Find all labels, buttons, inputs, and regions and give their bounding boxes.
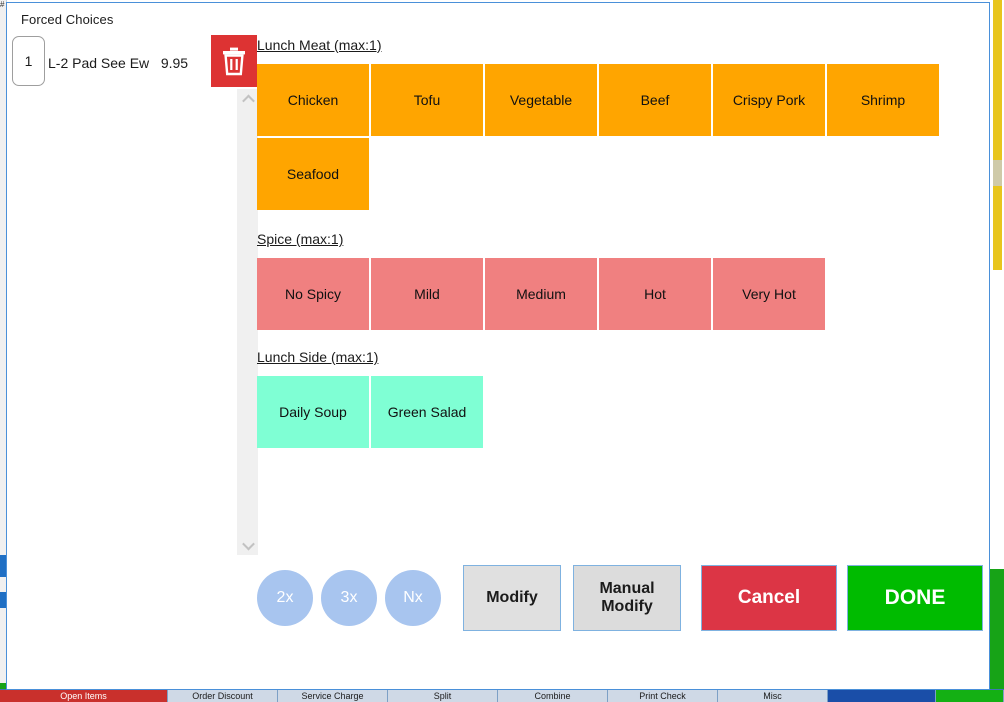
choice-group-label: Lunch Meat (max:1): [257, 37, 382, 53]
background-bottom-toolbar: Open Items Order Discount Service Charge Sp…: [0, 689, 1004, 702]
background-toolbar-item[interactable]: [828, 690, 936, 702]
scroll-down-button[interactable]: [237, 535, 259, 555]
choice-option-button[interactable]: Tofu: [371, 64, 483, 136]
choice-option-button[interactable]: Beef: [599, 64, 711, 136]
choices-scrollbar[interactable]: [236, 89, 258, 555]
background-right-indicator: [993, 0, 1002, 160]
chevron-down-icon: [241, 537, 255, 550]
chevron-up-icon: [241, 94, 255, 107]
choice-group: Lunch Side (max:1) Daily Soup Green Salad: [257, 349, 483, 448]
choice-option-button[interactable]: Mild: [371, 258, 483, 330]
choice-group-label: Spice (max:1): [257, 231, 344, 247]
multiplier-2x-button[interactable]: 2x: [257, 570, 313, 626]
background-toolbar-item[interactable]: Split: [388, 690, 498, 702]
multiplier-3x-button[interactable]: 3x: [321, 570, 377, 626]
dialog-title: Forced Choices: [21, 12, 114, 27]
background-toolbar-item[interactable]: Print Check: [608, 690, 718, 702]
done-button[interactable]: DONE: [847, 565, 983, 631]
choice-group: Spice (max:1) No Spicy Mild Medium Hot Very H…: [257, 231, 825, 330]
choice-option-button[interactable]: Medium: [485, 258, 597, 330]
background-toolbar-item[interactable]: [936, 690, 1004, 702]
choice-options-row: Daily Soup Green Salad: [257, 376, 483, 448]
order-item-name: L-2 Pad See Ew 9.95: [48, 55, 189, 71]
choice-options-row: No Spicy Mild Medium Hot Very Hot: [257, 258, 825, 330]
delete-item-button[interactable]: [211, 35, 257, 87]
background-right-indicator-gap: [993, 160, 1002, 186]
choice-option-button[interactable]: Very Hot: [713, 258, 825, 330]
background-toolbar-item[interactable]: Service Charge: [278, 690, 388, 702]
background-toolbar-item[interactable]: Open Items: [0, 690, 168, 702]
choice-group: Lunch Meat (max:1) Chicken Tofu Vegetable Be…: [257, 37, 947, 210]
modify-button[interactable]: Modify: [463, 565, 561, 631]
choice-group-label: Lunch Side (max:1): [257, 349, 379, 365]
choice-option-button[interactable]: Seafood: [257, 138, 369, 210]
choice-option-button[interactable]: Hot: [599, 258, 711, 330]
scroll-up-button[interactable]: [237, 89, 259, 109]
quantity-box[interactable]: 1: [12, 36, 45, 86]
manual-modify-button[interactable]: Manual Modify: [573, 565, 681, 631]
choice-options-row: Chicken Tofu Vegetable Beef Crispy Pork Shrim…: [257, 64, 947, 210]
choice-option-button[interactable]: Green Salad: [371, 376, 483, 448]
choices-pane: Lunch Meat (max:1) Chicken Tofu Vegetable Be…: [257, 29, 985, 559]
background-right-indicator-lower: [993, 186, 1002, 270]
choice-option-button[interactable]: Chicken: [257, 64, 369, 136]
choice-option-button[interactable]: Crispy Pork: [713, 64, 825, 136]
choice-option-button[interactable]: No Spicy: [257, 258, 369, 330]
choice-option-button[interactable]: Shrimp: [827, 64, 939, 136]
forced-choices-dialog: Forced Choices 1 L-2 Pad See Ew 9.95 Lun…: [6, 2, 990, 690]
background-toolbar-item[interactable]: Order Discount: [168, 690, 278, 702]
background-toolbar-item[interactable]: Misc: [718, 690, 828, 702]
choice-option-button[interactable]: Vegetable: [485, 64, 597, 136]
trash-icon: [221, 46, 247, 76]
choice-option-button[interactable]: Daily Soup: [257, 376, 369, 448]
background-toolbar-item[interactable]: Combine: [498, 690, 608, 702]
multiplier-nx-button[interactable]: Nx: [385, 570, 441, 626]
cancel-button[interactable]: Cancel: [701, 565, 837, 631]
